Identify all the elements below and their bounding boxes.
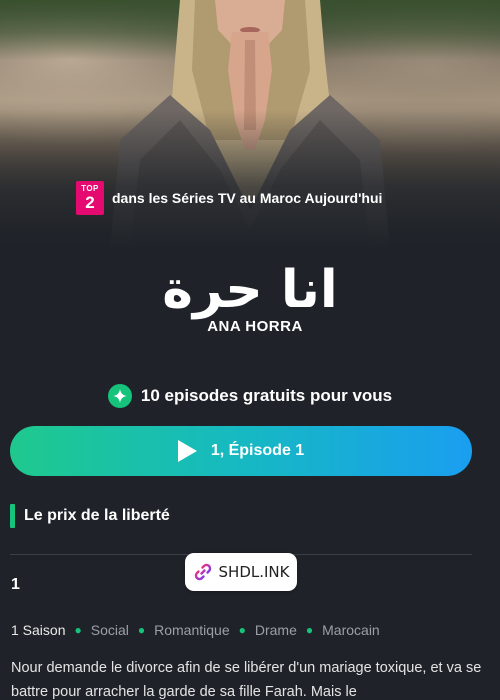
genre-tag: Social: [90, 622, 129, 638]
meta-separator-dot: ●: [305, 623, 314, 637]
meta-separator-dot: ●: [238, 623, 246, 637]
play-episode-button[interactable]: 1, Épisode 1: [10, 426, 472, 476]
ranking-row: TOP 2 dans les Séries TV au Maroc Aujour…: [76, 180, 382, 216]
free-episodes-row: 10 episodes gratuits pour vous: [0, 382, 500, 410]
link-icon: [194, 563, 211, 581]
meta-separator-dot: ●: [74, 623, 82, 637]
tagline-text: Le prix de la liberté: [24, 507, 170, 524]
show-description: Nour demande le divorce afin de se libér…: [11, 660, 482, 700]
show-logo-latin: ANA HORRA: [207, 318, 303, 335]
genre-tag: Drame: [254, 622, 297, 638]
play-episode-label: 1, Épisode 1: [210, 442, 305, 459]
watermark-badge: SHDL.INK: [185, 553, 297, 591]
top-badge-label: TOP: [81, 184, 99, 193]
sparkle-icon: [107, 384, 132, 408]
season-selector[interactable]: 1: [11, 576, 20, 594]
watermark-text: SHDL.INK: [218, 563, 290, 581]
free-episodes-text: 10 episodes gratuits pour vous: [140, 386, 393, 405]
play-icon: [177, 440, 197, 462]
meta-separator-dot: ●: [137, 623, 146, 637]
show-logo-arabic: انا حرة: [162, 260, 338, 320]
show-meta-row: 1 Saison ● Social ● Romantique ● Drame ●…: [11, 620, 380, 640]
genre-tag: Romantique: [154, 622, 230, 638]
tagline-accent-bar: [10, 504, 15, 528]
ranking-text: dans les Séries TV au Maroc Aujourd'hui: [112, 190, 383, 206]
genre-tag: Marocain: [322, 622, 380, 638]
show-tagline: Le prix de la liberté: [10, 504, 170, 528]
top-badge-number: 2: [85, 193, 95, 212]
season-count: 1 Saison: [11, 622, 66, 638]
top-badge: TOP 2: [76, 181, 104, 215]
